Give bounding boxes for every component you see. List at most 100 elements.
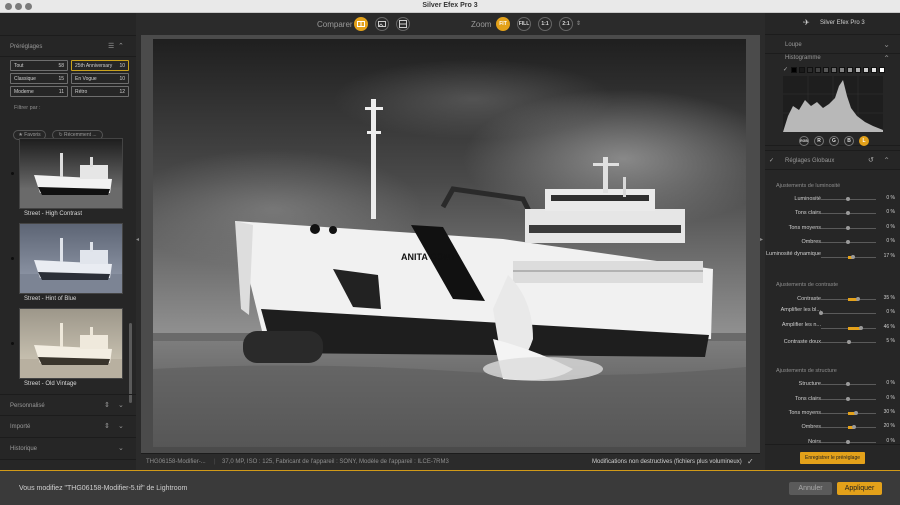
tone-swatch[interactable] [847, 67, 853, 73]
collapse-left-panel-icon[interactable]: ◂ [136, 236, 139, 243]
slider-knob[interactable] [846, 382, 850, 386]
photo-preview[interactable]: ANITA CONT [153, 39, 746, 447]
chevron-down-icon[interactable]: ⌄ [118, 423, 124, 430]
thumbnail-image [20, 139, 122, 208]
chevron-up-icon[interactable]: ⌃ [883, 55, 890, 63]
tone-swatch[interactable] [831, 67, 837, 73]
slider-track[interactable] [821, 297, 876, 301]
sort-icon[interactable]: ⇕ [104, 402, 110, 409]
filter-label: Filtrer par : [14, 105, 41, 111]
section-history[interactable]: Historique ⌄ [0, 438, 136, 460]
tone-swatch[interactable] [823, 67, 829, 73]
tone-swatch[interactable] [855, 67, 861, 73]
slider-track[interactable] [821, 411, 876, 415]
tone-swatch[interactable] [879, 67, 885, 73]
zoom-label: Zoom [471, 20, 492, 29]
enable-check-icon[interactable]: ✓ [769, 157, 774, 164]
chevron-down-icon[interactable]: ⌄ [118, 445, 124, 452]
slider-track[interactable] [821, 326, 876, 330]
slider-track[interactable] [819, 311, 876, 315]
slider-track[interactable] [821, 197, 876, 201]
slider-knob[interactable] [846, 397, 850, 401]
channel-b-button[interactable]: B [844, 136, 854, 146]
tone-swatch[interactable] [791, 67, 797, 73]
channel-rgb-button[interactable]: RGB [799, 136, 809, 146]
slider-knob[interactable] [846, 240, 850, 244]
tone-swatch[interactable] [799, 67, 805, 73]
slider-track[interactable] [821, 425, 876, 429]
slider-knob[interactable] [819, 311, 823, 315]
zoom-fill-button[interactable]: FILL [517, 17, 531, 31]
global-adjustments-header[interactable]: ✓ Réglages Globaux ↺ ⌃ [765, 150, 900, 170]
ship-photo: ANITA CONT [153, 39, 746, 447]
slider-track[interactable] [821, 255, 876, 259]
zoom-1-1-button[interactable]: 1:1 [538, 17, 552, 31]
sort-icon[interactable]: ⇕ [104, 423, 110, 430]
slider-track[interactable] [821, 226, 876, 230]
slider-value: 0 % [886, 209, 895, 215]
favorite-dot[interactable] [11, 342, 14, 345]
slider-track[interactable] [821, 397, 876, 401]
left-panel: Préréglages ☰ ⌃ Tout 58 25th Anniversary 1… [0, 13, 136, 470]
cancel-button[interactable]: Annuler [789, 482, 832, 495]
slider-track[interactable] [821, 240, 876, 244]
slider-value: 0 % [886, 195, 895, 201]
tone-swatch[interactable] [871, 67, 877, 73]
non-destructive-checkbox[interactable]: ✓ [747, 457, 754, 466]
file-name: THG06158-Modifier-... [146, 459, 206, 465]
zoom-stepper-icon[interactable]: ⇕ [576, 20, 581, 27]
zoom-fit-button[interactable]: FIT [496, 17, 510, 31]
slider-knob[interactable] [855, 297, 860, 301]
tone-swatch[interactable] [839, 67, 845, 73]
category-classique[interactable]: Classique 15 [10, 73, 68, 84]
category-25th-anniversary[interactable]: 25th Anniversary 10 [71, 60, 129, 71]
compare-split-button[interactable] [354, 17, 368, 31]
favorite-dot[interactable] [11, 172, 14, 175]
category-en-vogue[interactable]: En Vogue 10 [71, 73, 129, 84]
compare-side-button[interactable] [375, 17, 389, 31]
tone-swatch[interactable] [863, 67, 869, 73]
slider-track[interactable] [821, 211, 876, 215]
category-retro[interactable]: Rétro 12 [71, 86, 129, 97]
tone-swatch[interactable] [815, 67, 821, 73]
slider-knob[interactable] [851, 425, 856, 429]
section-imported[interactable]: Importé ⇕ ⌄ [0, 416, 136, 438]
compare-stacked-button[interactable] [396, 17, 410, 31]
favorite-dot[interactable] [11, 257, 14, 260]
presets-header[interactable]: Préréglages ☰ ⌃ [0, 35, 136, 57]
apply-button[interactable]: Appliquer [837, 482, 882, 495]
slider-knob[interactable] [858, 326, 863, 330]
slider-label: Contraste [797, 296, 821, 302]
slider-track[interactable] [821, 382, 876, 386]
slider-knob[interactable] [846, 211, 850, 215]
preset-thumbnail-hint-of-blue[interactable] [19, 223, 123, 294]
chevron-up-icon[interactable]: ⌃ [883, 157, 890, 165]
presets-scrollbar[interactable] [129, 323, 132, 403]
slider-track[interactable] [821, 440, 876, 444]
preset-thumbnail-old-vintage[interactable] [19, 308, 123, 379]
slider-knob[interactable] [846, 197, 850, 201]
list-view-icon[interactable]: ☰ [108, 43, 114, 50]
tone-swatch[interactable] [807, 67, 813, 73]
slider-knob[interactable] [846, 226, 850, 230]
channel-g-button[interactable]: G [829, 136, 839, 146]
chevron-up-icon[interactable]: ⌃ [118, 43, 124, 50]
preset-thumbnail-high-contrast[interactable] [19, 138, 123, 209]
chevron-down-icon[interactable]: ⌄ [118, 402, 124, 409]
category-all[interactable]: Tout 58 [10, 60, 68, 71]
section-custom[interactable]: Personnalisé ⇕ ⌄ [0, 394, 136, 416]
category-moderne[interactable]: Moderne 11 [10, 86, 68, 97]
channel-r-button[interactable]: R [814, 136, 824, 146]
slider-track[interactable] [821, 340, 876, 344]
slider-knob[interactable] [850, 255, 855, 259]
slider-knob[interactable] [854, 411, 859, 415]
slider-knob[interactable] [847, 340, 852, 344]
slider-value: 0 % [886, 380, 895, 386]
reset-icon[interactable]: ↺ [868, 156, 874, 164]
save-preset-button[interactable]: Enregistrer le préréglage [800, 452, 865, 464]
image-canvas[interactable]: ANITA CONT [141, 35, 760, 453]
chevron-down-icon[interactable]: ⌄ [883, 41, 890, 49]
histogram-check-icon[interactable]: ✓ [783, 66, 788, 73]
zoom-2-1-button[interactable]: 2:1 [559, 17, 573, 31]
channel-l-button[interactable]: L [859, 136, 869, 146]
